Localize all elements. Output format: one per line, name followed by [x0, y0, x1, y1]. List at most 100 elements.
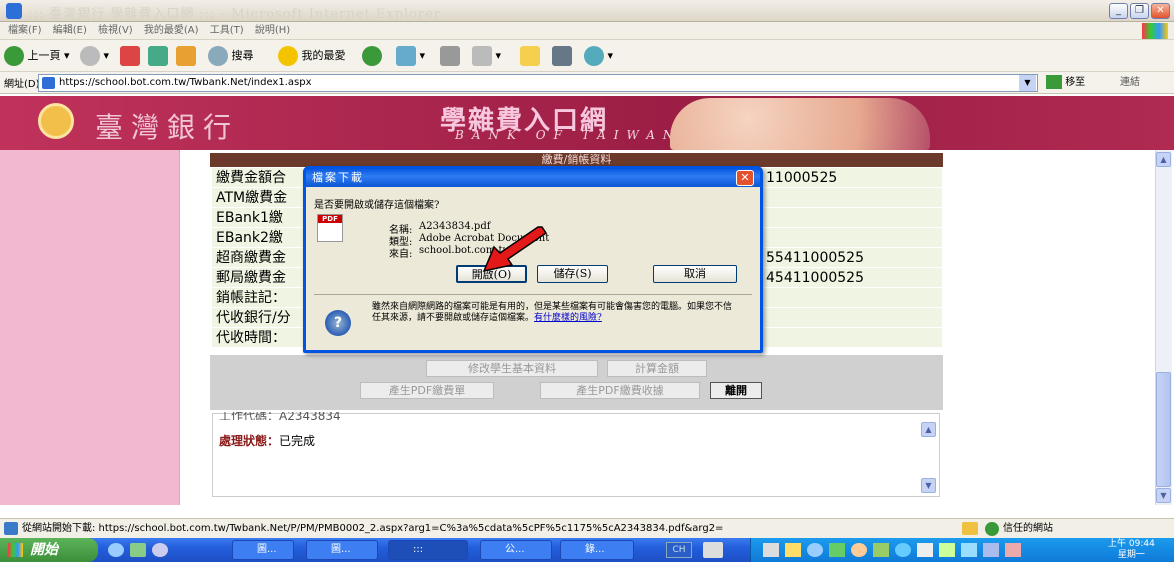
- back-button[interactable]: 上一頁 ▾: [4, 45, 70, 67]
- start-button[interactable]: 開始: [0, 538, 98, 562]
- edit-button[interactable]: ▾: [472, 45, 501, 67]
- generate-pdf-bill-button[interactable]: 產生PDF繳費單: [360, 382, 494, 399]
- scrollbar-thumb[interactable]: [1156, 372, 1171, 487]
- folder-button[interactable]: [520, 45, 540, 67]
- scroll-up-icon[interactable]: ▲: [1156, 152, 1171, 167]
- bank-name: 臺灣銀行: [95, 111, 240, 144]
- tray-icon[interactable]: [763, 543, 779, 557]
- status-scroll-up-icon[interactable]: ▲: [921, 422, 936, 437]
- status-scroll-down-icon[interactable]: ▼: [921, 478, 936, 493]
- post-office-fee-value: 45411000525: [766, 270, 864, 286]
- status-line: 處理狀態：已完成: [219, 434, 316, 448]
- address-input[interactable]: https://school.bot.com.tw/Twbank.Net/ind…: [38, 74, 1038, 92]
- window-title-bar: ::: 臺灣銀行 學雜費入口網 ::: - Microsoft Internet…: [0, 0, 1174, 22]
- home-button[interactable]: [176, 45, 196, 67]
- go-button[interactable]: 移至: [1046, 74, 1085, 92]
- quicklaunch-media-icon[interactable]: [152, 543, 168, 557]
- scroll-down-icon[interactable]: ▼: [1156, 488, 1171, 503]
- risk-link[interactable]: 有什麼樣的風險?: [534, 313, 602, 323]
- tray-icon[interactable]: [961, 543, 977, 557]
- mail-button[interactable]: ▾: [396, 45, 425, 67]
- tray-icon[interactable]: [983, 543, 999, 557]
- star-icon: [278, 46, 298, 66]
- window-title: ::: 臺灣銀行 學雜費入口網 ::: - Microsoft Internet…: [28, 7, 442, 22]
- tray-icon[interactable]: [873, 543, 889, 557]
- fee-panel-header: 繳費/銷帳資料: [210, 153, 943, 167]
- security-zone: 信任的網站: [1003, 523, 1053, 534]
- history-button[interactable]: [362, 45, 382, 67]
- red-arrow-annotation: [482, 226, 548, 273]
- menu-tools[interactable]: 工具(T): [210, 22, 244, 40]
- page-icon: [42, 77, 55, 89]
- close-window-button[interactable]: ✕: [1151, 3, 1170, 19]
- stop-icon: [120, 46, 140, 66]
- folder-icon: [520, 46, 540, 66]
- volume-icon[interactable]: [917, 543, 933, 557]
- favorites-button[interactable]: 我的最愛: [278, 45, 346, 67]
- security-shield-icon: ?: [325, 310, 351, 336]
- tray-icon[interactable]: [807, 543, 823, 557]
- bank-logo[interactable]: [38, 103, 74, 139]
- mail-icon: [396, 46, 416, 66]
- edit-student-info-button[interactable]: 修改學生基本資料: [426, 360, 598, 377]
- menu-view[interactable]: 檢視(V): [98, 22, 133, 40]
- security-warning: 雖然來自網際網路的檔案可能是有用的，但是某些檔案有可能會傷害您的電腦。如果您不信…: [372, 302, 733, 323]
- menu-file[interactable]: 檔案(F): [8, 22, 42, 40]
- students-photo: [670, 98, 930, 150]
- refresh-icon: [148, 46, 168, 66]
- stop-button[interactable]: [120, 45, 140, 67]
- file-source-label: 來自:: [389, 249, 413, 260]
- taskbar-item[interactable]: 圖...: [232, 540, 294, 560]
- keyboard-icon[interactable]: [703, 542, 723, 558]
- taskbar-item[interactable]: 公...: [480, 540, 552, 560]
- taskbar-item-active[interactable]: :::: [388, 540, 468, 560]
- tray-icon[interactable]: [785, 543, 801, 557]
- tray-icon[interactable]: [851, 543, 867, 557]
- go-arrow-icon: [1046, 75, 1062, 89]
- generate-pdf-receipt-button[interactable]: 產生PDF繳費收據: [540, 382, 700, 399]
- dialog-question: 是否要開啟或儲存這個檔案?: [314, 200, 440, 211]
- messenger-icon: [552, 46, 572, 66]
- language-indicator[interactable]: CH: [666, 542, 692, 558]
- tray-icon[interactable]: [1005, 543, 1021, 557]
- dialog-close-button[interactable]: ✕: [736, 170, 754, 186]
- refresh-button[interactable]: [148, 45, 168, 67]
- menu-help[interactable]: 說明(H): [255, 22, 290, 40]
- forward-button[interactable]: ▾: [80, 45, 109, 67]
- windows-logo-icon: [1142, 23, 1168, 39]
- print-button[interactable]: [440, 45, 460, 67]
- minimize-button[interactable]: _: [1109, 3, 1128, 19]
- home-icon: [176, 46, 196, 66]
- taskbar-item[interactable]: 錄...: [560, 540, 634, 560]
- links-button[interactable]: 連結: [1120, 74, 1140, 92]
- back-arrow-icon: [4, 46, 24, 66]
- edit-icon: [472, 46, 492, 66]
- browser-status-bar: 從網站開始下載: https://school.bot.com.tw/Twban…: [0, 518, 1174, 538]
- process-status-box: 工作代碼：A2343834 處理狀態：已完成 ▲ ▼: [212, 412, 940, 497]
- status-text: 從網站開始下載: https://school.bot.com.tw/Twban…: [22, 523, 724, 534]
- clock-time: 上午 09:44: [1108, 539, 1155, 549]
- address-bar: 網址(D) https://school.bot.com.tw/Twbank.N…: [0, 72, 1174, 94]
- menu-favorites[interactable]: 我的最愛(A): [144, 22, 199, 40]
- maximize-button[interactable]: ❐: [1130, 3, 1149, 19]
- tray-icon[interactable]: [829, 543, 845, 557]
- clock[interactable]: 上午 09:44 星期一: [1108, 539, 1155, 561]
- tray-icon[interactable]: [895, 543, 911, 557]
- address-label: 網址(D): [4, 79, 40, 90]
- calculate-amount-button[interactable]: 計算金額: [607, 360, 707, 377]
- site-subtitle: BANK OF TAIWAN: [455, 128, 682, 142]
- messenger-button[interactable]: [552, 45, 572, 67]
- quicklaunch-ie-icon[interactable]: [108, 543, 124, 557]
- trusted-check-icon: [985, 522, 999, 536]
- left-navigation-panel: [0, 150, 180, 505]
- research-button[interactable]: ▾: [584, 45, 613, 67]
- tray-icon[interactable]: [939, 543, 955, 557]
- site-banner: 臺灣銀行 學雜費入口網 BANK OF TAIWAN: [0, 96, 1174, 150]
- search-button[interactable]: 搜尋: [208, 45, 254, 67]
- taskbar-item[interactable]: 圖...: [306, 540, 378, 560]
- address-dropdown-icon[interactable]: ▼: [1019, 75, 1036, 91]
- cancel-button[interactable]: 取消: [653, 265, 737, 283]
- menu-edit[interactable]: 編輯(E): [53, 22, 87, 40]
- leave-button[interactable]: 離開: [710, 382, 762, 399]
- quicklaunch-desktop-icon[interactable]: [130, 543, 146, 557]
